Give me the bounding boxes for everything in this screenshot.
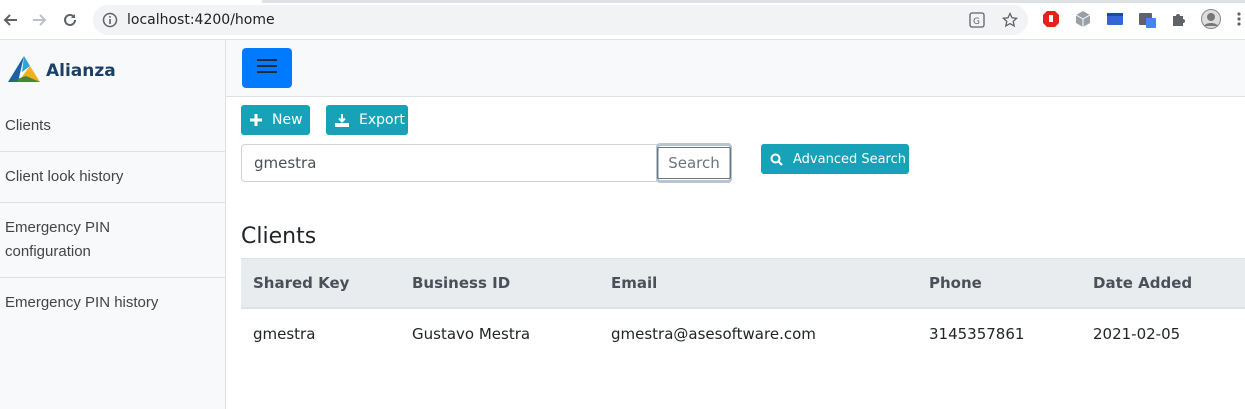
brand[interactable]: Alianza bbox=[6, 54, 116, 88]
browser-menu-icon[interactable] bbox=[1236, 10, 1244, 28]
column-header-business-id[interactable]: Business ID bbox=[412, 259, 510, 307]
column-header-email[interactable]: Email bbox=[611, 259, 657, 307]
profile-avatar[interactable] bbox=[1201, 9, 1221, 29]
cube-extension-icon[interactable] bbox=[1074, 10, 1092, 28]
window-extension-icon[interactable] bbox=[1106, 10, 1124, 28]
bookmark-star-icon[interactable] bbox=[1001, 11, 1019, 33]
brand-name: Alianza bbox=[46, 61, 116, 81]
export-button[interactable]: Export bbox=[326, 105, 408, 135]
cell-date-added: 2021-02-05 bbox=[1093, 325, 1181, 343]
sidebar-menu: Clients Client look history Emergency PI… bbox=[0, 101, 225, 328]
column-header-shared-key[interactable]: Shared Key bbox=[253, 259, 349, 307]
advanced-search-button[interactable]: Advanced Search bbox=[761, 144, 909, 174]
page-title: Clients bbox=[241, 224, 317, 249]
search-button[interactable]: Search bbox=[656, 143, 732, 183]
tab-strip bbox=[262, 0, 1245, 3]
sidebar-item-emergency-pin-configuration[interactable]: Emergency PIN configuration bbox=[0, 203, 140, 277]
svg-text:G: G bbox=[973, 17, 980, 27]
info-icon[interactable] bbox=[102, 12, 118, 33]
column-header-phone[interactable]: Phone bbox=[929, 259, 982, 307]
cell-email: gmestra@asesoftware.com bbox=[611, 325, 816, 343]
sidebar-item-emergency-pin-history[interactable]: Emergency PIN history bbox=[0, 278, 225, 328]
reload-icon[interactable] bbox=[59, 9, 81, 31]
back-icon[interactable] bbox=[0, 9, 22, 31]
cell-business-id: Gustavo Mestra bbox=[412, 325, 531, 343]
new-button[interactable]: New bbox=[241, 105, 310, 135]
calendar-extension-icon[interactable] bbox=[1138, 10, 1156, 28]
sidebar-item-clients[interactable]: Clients bbox=[0, 101, 225, 152]
search-input[interactable] bbox=[241, 144, 658, 182]
extensions-puzzle-icon[interactable] bbox=[1170, 10, 1188, 28]
advanced-search-label: Advanced Search bbox=[793, 151, 907, 167]
alianza-logo-icon bbox=[6, 54, 42, 89]
table-header: Shared Key Business ID Email Phone Date … bbox=[241, 258, 1245, 309]
sidebar-toggle-button[interactable] bbox=[242, 48, 292, 88]
hamburger-menu-icon bbox=[257, 58, 277, 79]
sidebar: Alianza Clients Client look history Emer… bbox=[0, 40, 226, 409]
top-navbar bbox=[226, 40, 1245, 97]
cell-phone: 3145357861 bbox=[929, 325, 1025, 343]
download-icon bbox=[335, 113, 349, 127]
plus-icon bbox=[250, 114, 262, 126]
new-button-label: New bbox=[272, 112, 303, 128]
search-icon bbox=[770, 153, 783, 166]
url-text: localhost:4200/home bbox=[127, 12, 275, 28]
export-button-label: Export bbox=[359, 112, 405, 128]
forward-icon[interactable] bbox=[28, 9, 50, 31]
sidebar-item-client-look-history[interactable]: Client look history bbox=[0, 152, 225, 203]
browser-toolbar: localhost:4200/home G bbox=[0, 0, 1245, 40]
clients-table: Shared Key Business ID Email Phone Date … bbox=[241, 258, 1245, 359]
adblock-icon[interactable] bbox=[1042, 10, 1060, 28]
translate-icon[interactable]: G bbox=[969, 12, 985, 33]
cell-shared-key: gmestra bbox=[253, 325, 316, 343]
search-button-label: Search bbox=[657, 147, 731, 179]
address-bar[interactable]: localhost:4200/home G bbox=[93, 5, 1028, 35]
table-row[interactable]: gmestra Gustavo Mestra gmestra@asesoftwa… bbox=[241, 309, 1245, 359]
column-header-date-added[interactable]: Date Added bbox=[1093, 259, 1192, 307]
